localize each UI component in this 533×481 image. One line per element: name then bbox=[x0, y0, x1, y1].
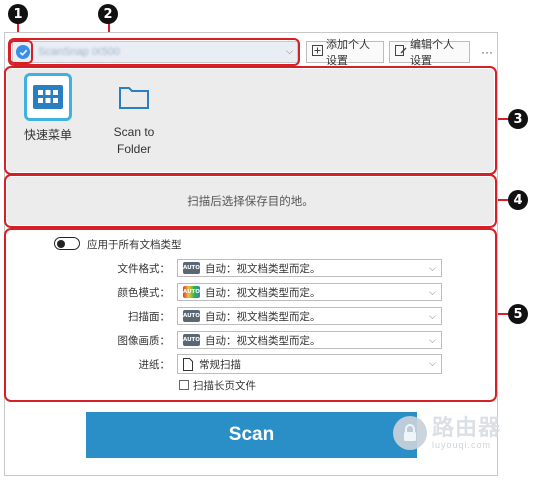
grid-menu-icon bbox=[24, 73, 72, 121]
chevron-down-icon: ⌵ bbox=[429, 335, 436, 345]
preset-quick-menu[interactable]: 快速菜单 bbox=[20, 73, 76, 144]
watermark-cn: 路由器 bbox=[432, 415, 502, 440]
row-label-feed: 进纸： bbox=[138, 359, 171, 371]
row-label-color: 颜色模式： bbox=[117, 287, 171, 299]
chevron-down-icon: ⌵ bbox=[429, 358, 436, 368]
callout-1: 1 bbox=[8, 4, 28, 24]
callout-4: 4 bbox=[508, 190, 528, 210]
scan-side-select[interactable]: AUTO 自动：视文档类型而定。 ⌵ bbox=[177, 307, 442, 325]
feed-select[interactable]: 常规扫描 ⌵ bbox=[177, 354, 442, 374]
checkbox-highlight bbox=[9, 40, 33, 64]
long-page-label: 扫描长页文件 bbox=[193, 380, 256, 392]
color-mode-select[interactable]: AUTO 自动：视文档类型而定。 ⌵ bbox=[177, 283, 442, 301]
edit-profile-icon bbox=[395, 45, 407, 59]
preset-label: Scan to Folder bbox=[113, 125, 155, 156]
scan-side-value: 自动：视文档类型而定。 bbox=[205, 310, 321, 323]
destination-highlight bbox=[4, 174, 497, 228]
chevron-down-icon: ⌵ bbox=[429, 263, 436, 273]
color-mode-value: 自动：视文档类型而定。 bbox=[205, 286, 321, 299]
long-page-checkbox[interactable] bbox=[179, 380, 189, 390]
callout-5: 5 bbox=[508, 304, 528, 324]
row-label-format: 文件格式： bbox=[117, 263, 171, 275]
callout-2: 2 bbox=[98, 4, 118, 24]
more-options-button[interactable]: ··· bbox=[478, 41, 496, 63]
scan-button[interactable]: Scan bbox=[86, 412, 417, 458]
router-logo-icon bbox=[393, 416, 427, 450]
watermark-en: luyouqi.com bbox=[432, 440, 492, 450]
device-select-highlight bbox=[8, 38, 300, 66]
auto-color-icon: AUTO bbox=[183, 286, 200, 298]
chevron-down-icon: ⌵ bbox=[429, 287, 436, 297]
preset-scan-to-folder[interactable]: Scan to Folder bbox=[104, 73, 164, 158]
file-format-select[interactable]: AUTO 自动：视文档类型而定。 ⌵ bbox=[177, 259, 442, 277]
chevron-down-icon: ⌵ bbox=[429, 311, 436, 321]
row-label-quality: 图像画质： bbox=[117, 335, 171, 347]
callout-3: 3 bbox=[508, 109, 528, 129]
row-label-side: 扫描面： bbox=[128, 311, 170, 323]
document-icon bbox=[183, 357, 193, 371]
edit-profile-button[interactable]: 编辑个人设置 bbox=[389, 39, 470, 67]
auto-format-icon: AUTO bbox=[183, 262, 200, 274]
auto-side-icon: AUTO bbox=[183, 310, 200, 322]
auto-quality-icon: AUTO bbox=[183, 334, 200, 346]
add-profile-icon bbox=[312, 45, 323, 59]
add-profile-label: 添加个人设置 bbox=[326, 39, 370, 67]
add-profile-button[interactable]: 添加个人设置 bbox=[306, 39, 384, 67]
image-quality-value: 自动：视文档类型而定。 bbox=[205, 334, 321, 347]
edit-profile-label: 编辑个人设置 bbox=[410, 39, 454, 67]
profile-list-highlight bbox=[4, 66, 497, 175]
apply-all-toggle[interactable] bbox=[54, 237, 80, 250]
folder-icon bbox=[110, 73, 158, 121]
image-quality-select[interactable]: AUTO 自动：视文档类型而定。 ⌵ bbox=[177, 331, 442, 349]
watermark-logo: 路由器 luyouqi.com bbox=[393, 416, 501, 450]
apply-all-label: 应用于所有文档类型 bbox=[87, 239, 182, 251]
feed-value: 常规扫描 bbox=[199, 358, 241, 371]
preset-label: 快速菜单 bbox=[23, 128, 72, 142]
file-format-value: 自动：视文档类型而定。 bbox=[205, 262, 321, 275]
